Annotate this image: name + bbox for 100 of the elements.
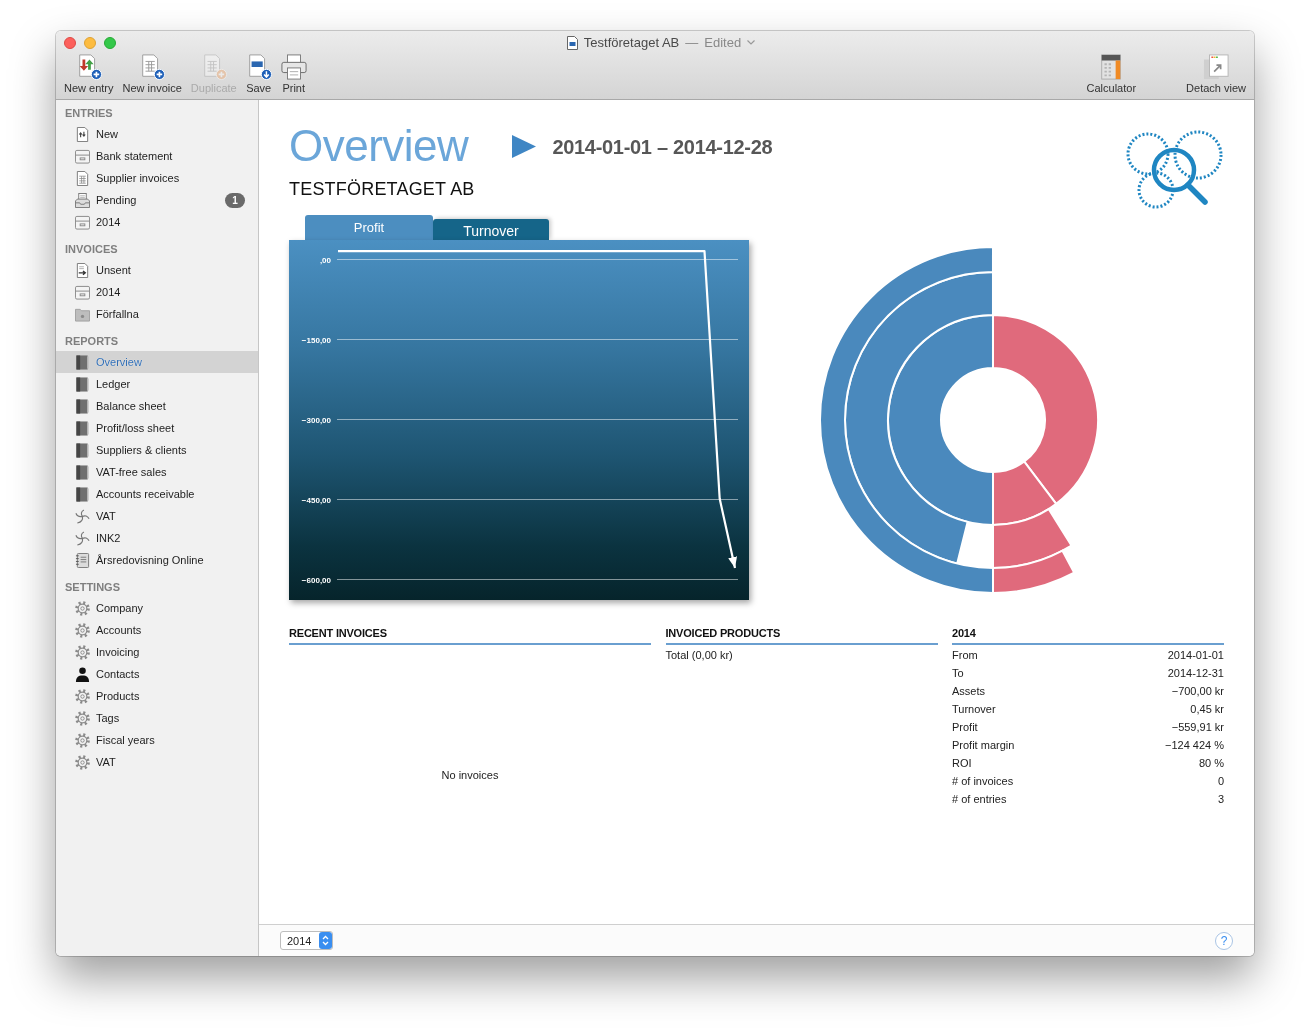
edited-status: Edited	[704, 35, 742, 50]
book-icon	[75, 420, 90, 436]
inbox-tray-icon	[75, 192, 90, 208]
total-label: Total (0,00 kr)	[665, 648, 734, 663]
y-axis-label: −600,00	[301, 575, 331, 585]
window-arrow-icon[interactable]	[1203, 54, 1230, 80]
sidebar-item[interactable]: Overview	[56, 351, 258, 373]
drawer-icon	[75, 284, 90, 300]
sidebar-item[interactable]: Bank statement	[56, 145, 258, 167]
sidebar-item[interactable]: Unsent	[56, 259, 258, 281]
spreadsheet-icon	[75, 170, 90, 186]
summary-label: Profit margin	[952, 738, 1015, 753]
summary-label: Assets	[952, 684, 985, 699]
printer-icon[interactable]	[280, 54, 307, 80]
sidebar-item[interactable]: Balance sheet	[56, 395, 258, 417]
drawer-icon	[75, 148, 90, 164]
y-axis-label: ,00	[319, 255, 331, 265]
drawer-icon	[75, 214, 90, 230]
sidebar-item[interactable]: Årsredovisning Online	[56, 549, 258, 571]
section-heading: ENTRIES	[64, 106, 114, 121]
company-name: TESTFÖRETAGET AB	[289, 178, 476, 200]
sidebar-item[interactable]: VAT	[56, 751, 258, 773]
sidebar-item[interactable]: Pending 1	[56, 189, 258, 211]
sidebar-item[interactable]: Contacts	[56, 663, 258, 685]
sidebar-item[interactable]: Förfallna	[56, 303, 258, 325]
toolbar-button[interactable]: Print	[279, 54, 308, 95]
spreadsheet-plus-icon[interactable]	[139, 54, 166, 80]
sidebar-item[interactable]: 2014	[56, 211, 258, 233]
toolbar-button[interactable]: Save	[244, 54, 273, 95]
help-button[interactable]: ?	[1215, 931, 1233, 950]
section-heading: RECENT INVOICES	[289, 627, 651, 645]
summary-label: ROI	[952, 756, 972, 771]
folder-icon	[75, 306, 90, 322]
sidebar-item[interactable]: Supplier invoices	[56, 167, 258, 189]
person-icon	[75, 666, 90, 682]
sidebar-item[interactable]: Ledger	[56, 373, 258, 395]
window-title: Testföretaget AB	[583, 35, 680, 50]
sidebar-item[interactable]: Company	[56, 597, 258, 619]
sidebar-item[interactable]: Accounts	[56, 619, 258, 641]
chevron-down-icon[interactable]	[747, 40, 756, 45]
notebook-icon	[75, 552, 90, 568]
sidebar-item[interactable]: INK2	[56, 527, 258, 549]
gear-icon	[75, 732, 90, 748]
close-button[interactable]	[64, 36, 76, 49]
year-select[interactable]: 2014	[280, 931, 334, 950]
summary-label: # of invoices	[952, 774, 1014, 789]
summary-label: To	[952, 666, 964, 681]
sidebar-item[interactable]: VAT-free sales	[56, 461, 258, 483]
sidebar-item[interactable]: New	[56, 123, 258, 145]
sidebar-item[interactable]: Accounts receivable	[56, 483, 258, 505]
book-icon	[75, 442, 90, 458]
zoom-button[interactable]	[104, 36, 116, 49]
sidebar-item[interactable]: Products	[56, 685, 258, 707]
sidebar-item[interactable]: VAT	[56, 505, 258, 527]
section-heading: INVOICES	[64, 242, 119, 257]
minimize-button[interactable]	[84, 36, 96, 49]
toolbar-button[interactable]: Calculator	[1085, 54, 1138, 95]
gear-icon	[75, 644, 90, 660]
document-arrow-icon	[75, 262, 90, 278]
sidebar-item[interactable]: Invoicing	[56, 641, 258, 663]
summary-value: 80 %	[1198, 756, 1224, 771]
y-axis-label: −450,00	[301, 495, 331, 505]
book-icon	[75, 354, 90, 370]
play-icon[interactable]	[512, 134, 537, 158]
summary-value: 2014-12-31	[1167, 666, 1224, 681]
section-heading: REPORTS	[64, 334, 120, 349]
toolbar-button[interactable]: New entry	[63, 54, 115, 95]
gear-icon	[75, 600, 90, 616]
section-heading: SETTINGS	[64, 580, 121, 595]
document-arrows-icon	[75, 126, 90, 142]
sidebar-item[interactable]: 2014	[56, 281, 258, 303]
summary-label: From	[952, 648, 978, 663]
gear-icon	[75, 688, 90, 704]
toolbar-button[interactable]: Detach view	[1185, 54, 1247, 95]
sidebar-item[interactable]: Fiscal years	[56, 729, 258, 751]
summary-value: 0	[1217, 774, 1224, 789]
book-icon	[75, 486, 90, 502]
gear-icon	[75, 710, 90, 726]
stepper-icon[interactable]	[319, 932, 333, 949]
sidebar-item[interactable]: Suppliers & clients	[56, 439, 258, 461]
page-title: Overview	[289, 122, 469, 170]
gear-icon	[75, 622, 90, 638]
chart-tab[interactable]: Profit	[305, 215, 433, 240]
swirl-icon	[75, 508, 90, 524]
sidebar-item[interactable]: Profit/loss sheet	[56, 417, 258, 439]
chart-tab[interactable]: Turnover	[433, 219, 549, 240]
summary-value: 3	[1217, 792, 1224, 807]
date-range: 2014-01-01 – 2014-12-28	[552, 134, 773, 159]
count-badge: 1	[225, 192, 245, 208]
book-icon	[75, 376, 90, 392]
book-icon	[75, 464, 90, 480]
sidebar-item[interactable]: Tags	[56, 707, 258, 729]
y-axis-label: −300,00	[301, 415, 331, 425]
gear-icon	[75, 754, 90, 770]
title-separator: —	[685, 35, 699, 50]
empty-message: No invoices	[441, 769, 499, 781]
document-icon	[566, 35, 578, 50]
summary-value: −124 424 %	[1164, 738, 1224, 753]
toolbar-button[interactable]: New invoice	[121, 54, 183, 95]
summary-label: # of entries	[952, 792, 1007, 807]
